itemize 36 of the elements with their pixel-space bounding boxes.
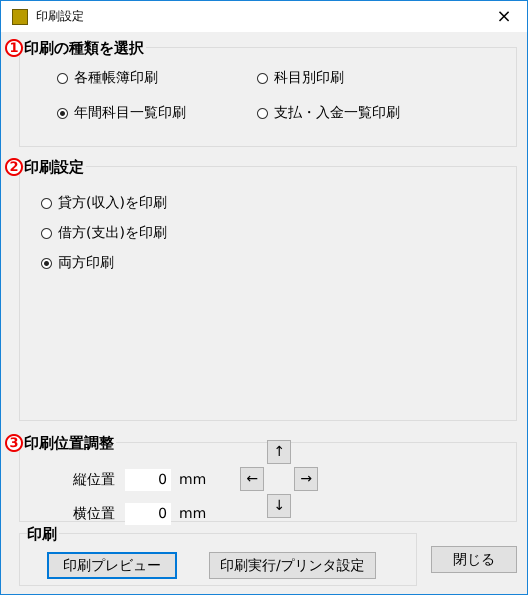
radio-option[interactable]: 借方(支出)を印刷: [41, 223, 517, 243]
field-label: 横位置: [73, 505, 116, 523]
radio-option[interactable]: 年間科目一覧印刷: [57, 103, 257, 123]
print-button[interactable]: 印刷実行/プリンタ設定: [209, 552, 376, 579]
section-title: 印刷の種類を選択: [24, 38, 146, 58]
print-button[interactable]: 印刷プレビュー: [47, 552, 177, 579]
radio-option[interactable]: 科目別印刷: [257, 68, 457, 88]
close-button[interactable]: 閉じる: [431, 546, 517, 573]
input-field[interactable]: 0: [125, 503, 171, 525]
radio-button[interactable]: [41, 198, 52, 208]
step-number: 1: [5, 39, 23, 57]
input-field[interactable]: 0: [125, 469, 171, 491]
field-label: 縦位置: [73, 471, 116, 489]
arrow-button[interactable]: ←: [240, 467, 264, 491]
section-title: 印刷: [27, 524, 59, 544]
section-title: 印刷設定: [24, 158, 86, 176]
radio-button[interactable]: [41, 228, 52, 238]
radio-option[interactable]: 支払・入金一覧印刷: [257, 103, 457, 123]
radio-button[interactable]: [57, 108, 68, 118]
radio-button[interactable]: [257, 108, 268, 118]
radio-option[interactable]: 両方印刷: [41, 253, 517, 273]
radio-button[interactable]: [41, 258, 52, 268]
unit-label: mm: [179, 472, 206, 488]
radio-button[interactable]: [257, 72, 268, 84]
app-icon: [12, 8, 28, 24]
radio-option[interactable]: 貸方(収入)を印刷: [41, 193, 517, 213]
arrow-button[interactable]: ↑: [267, 440, 292, 464]
unit-label: mm: [179, 506, 206, 522]
arrow-button[interactable]: →: [294, 467, 318, 491]
window-title: 印刷設定: [36, 8, 84, 25]
step-number: 2: [5, 158, 23, 176]
section-title: 印刷位置調整: [24, 434, 116, 452]
radio-option[interactable]: 各種帳簿印刷: [57, 68, 257, 88]
step-number: 3: [5, 434, 23, 452]
arrow-button[interactable]: ↓: [267, 494, 292, 518]
radio-button[interactable]: [57, 72, 68, 84]
